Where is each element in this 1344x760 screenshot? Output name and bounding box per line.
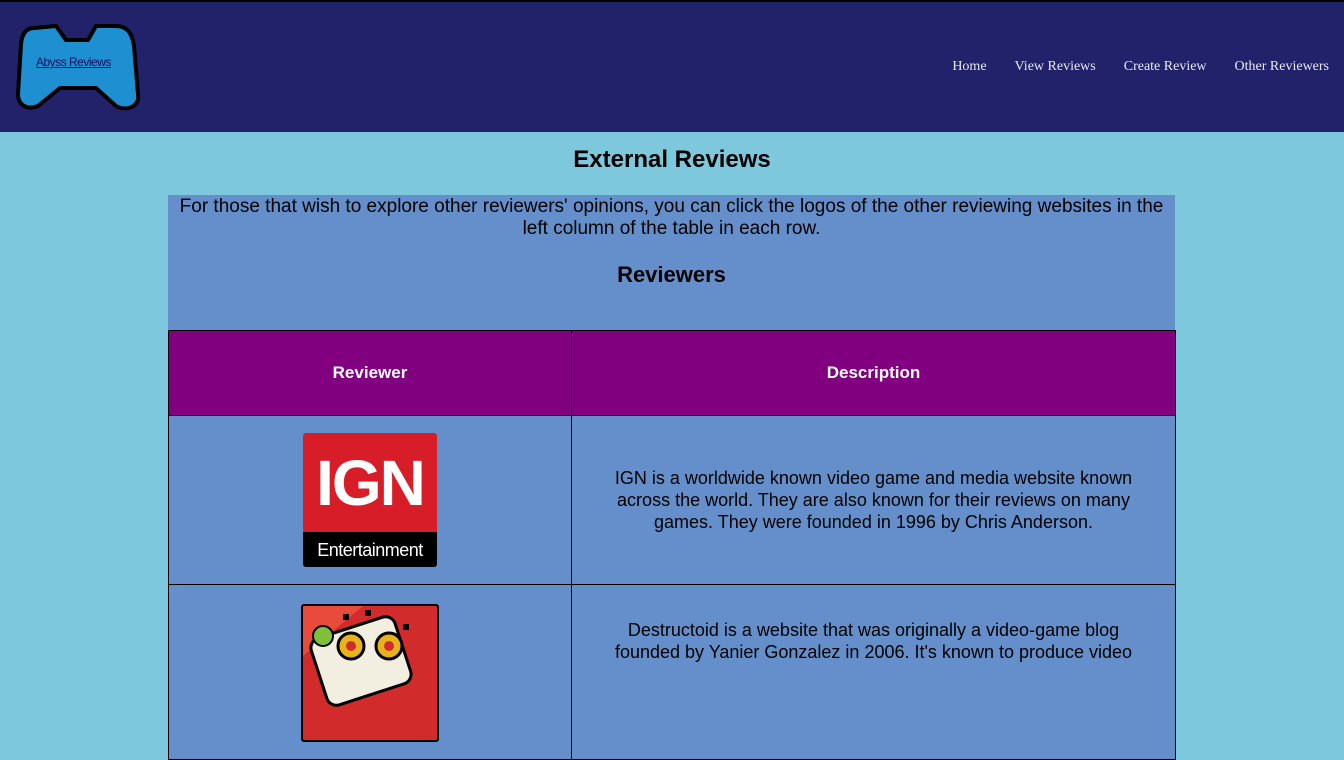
description-cell: Destructoid is a website that was origin… [571,584,1176,760]
logo-link[interactable]: Abyss Reviews [36,55,111,69]
site-logo[interactable]: Abyss Reviews [16,22,142,114]
page-title: External Reviews [573,146,771,173]
table-row: Destructoid is a website that was origin… [168,584,1176,760]
nav-view-reviews[interactable]: View Reviews [1015,59,1096,75]
nav-other-reviewers[interactable]: Other Reviewers [1235,59,1329,75]
nav-create-review[interactable]: Create Review [1124,59,1207,75]
reviewer-cell: IGN Entertainment [168,415,572,585]
column-header-description: Description [571,330,1176,416]
ign-logo-sub: Entertainment [303,532,437,567]
reviewer-cell [168,584,572,760]
reviewers-table: Reviewer Description IGN Entertainment I… [168,330,1176,760]
table-header-row: Reviewer Description [168,330,1176,416]
destructoid-logo-icon [303,606,413,707]
site-header: Abyss Reviews Home View Reviews Create R… [0,0,1344,132]
table-row: IGN Entertainment IGN is a worldwide kno… [168,415,1176,585]
column-header-reviewer: Reviewer [168,330,572,416]
intro-text: For those that wish to explore other rev… [179,196,1164,239]
nav-home[interactable]: Home [952,59,986,75]
main-nav: Home View Reviews Create Review Other Re… [952,59,1329,75]
reviewers-heading: Reviewers [617,262,726,287]
content-panel: For those that wish to explore other rev… [168,195,1176,760]
ign-logo-link[interactable]: IGN Entertainment [303,433,437,567]
description-cell: IGN is a worldwide known video game and … [571,415,1176,585]
ign-logo-main: IGN [303,433,437,532]
